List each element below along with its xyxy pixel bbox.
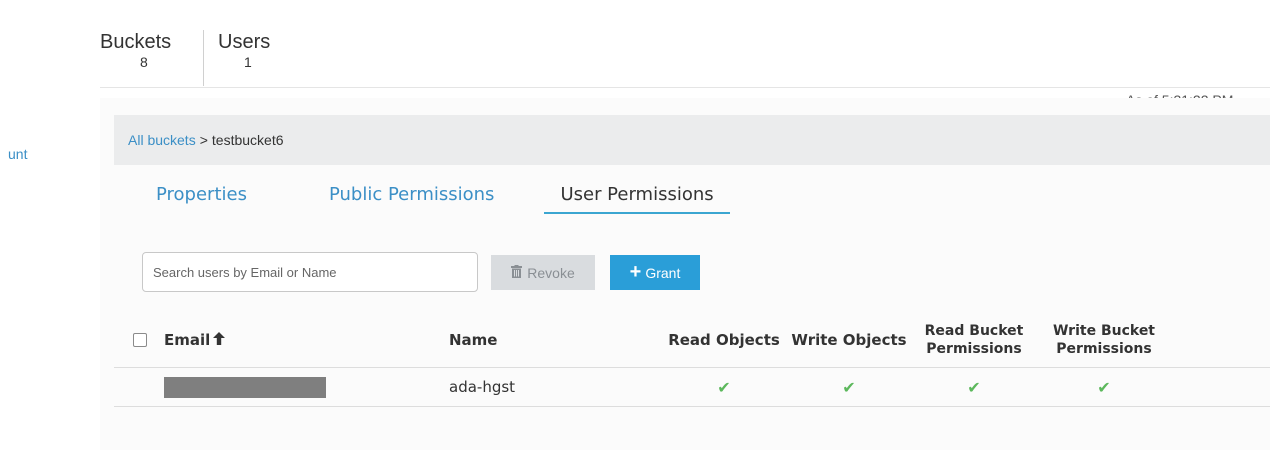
buckets-label: Buckets [100, 31, 172, 53]
write-bucket-permissions-line1: Write Bucket [1052, 322, 1156, 339]
sidebar: unt [0, 0, 84, 450]
user-permissions-table: Email Name Read Objects Write Objects Re… [114, 312, 1270, 407]
grant-label: Grant [645, 264, 681, 281]
breadcrumb-separator: > [199, 132, 208, 148]
users-label: Users [218, 31, 271, 53]
name-column-header[interactable]: Name [449, 331, 659, 349]
select-all-cell [114, 332, 164, 347]
write-objects-column-header[interactable]: Write Objects [789, 331, 909, 349]
sidebar-item-account[interactable]: unt [8, 146, 27, 162]
plus-icon: + [629, 260, 642, 283]
write-bucket-permissions-line2: Permissions [1056, 340, 1152, 357]
select-all-checkbox[interactable] [133, 332, 147, 347]
search-users-input[interactable] [142, 252, 478, 292]
redacted-email [164, 376, 326, 398]
read-objects-column-header[interactable]: Read Objects [659, 331, 789, 349]
breadcrumb-all-buckets-link[interactable]: All buckets [128, 132, 196, 148]
tab-bar: Properties Public Permissions User Permi… [140, 178, 770, 214]
trash-icon [511, 264, 523, 281]
users-count: 1 [244, 54, 252, 70]
tab-public-permissions[interactable]: Public Permissions [313, 178, 510, 214]
read-bucket-permissions-column-header[interactable]: Read Bucket Permissions [909, 322, 1039, 358]
revoke-button[interactable]: Revoke [491, 255, 595, 290]
buckets-count: 8 [140, 54, 148, 70]
users-stat[interactable]: Users 1 [204, 30, 270, 86]
tab-properties[interactable]: Properties [140, 178, 263, 214]
breadcrumb: All buckets > testbucket6 [114, 115, 1270, 165]
table-header: Email Name Read Objects Write Objects Re… [114, 312, 1270, 368]
email-header-label: Email [164, 330, 211, 349]
email-cell [164, 376, 449, 398]
read-bucket-permissions-checkmark-icon: ✔ [967, 377, 981, 397]
table-row[interactable]: ada-hgst ✔ ✔ ✔ ✔ [114, 368, 1270, 407]
tab-user-permissions[interactable]: User Permissions [544, 178, 730, 214]
breadcrumb-current: testbucket6 [211, 132, 284, 148]
write-bucket-permissions-column-header[interactable]: Write Bucket Permissions [1039, 322, 1169, 358]
grant-button[interactable]: + Grant [610, 255, 700, 290]
write-objects-checkmark-icon: ✔ [842, 377, 856, 397]
read-objects-checkmark-icon: ✔ [717, 377, 731, 397]
name-cell: ada-hgst [449, 378, 516, 396]
stats-bar: Buckets 8 Users 1 [100, 30, 270, 86]
email-column-header[interactable]: Email [164, 331, 449, 349]
arrow-up-icon [213, 331, 226, 349]
buckets-stat[interactable]: Buckets 8 [100, 30, 204, 86]
write-bucket-permissions-checkmark-icon: ✔ [1097, 377, 1111, 397]
read-bucket-permissions-line2: Permissions [926, 340, 1022, 357]
read-bucket-permissions-line1: Read Bucket [924, 322, 1024, 339]
revoke-label: Revoke [527, 264, 575, 281]
header-divider [100, 87, 1270, 88]
